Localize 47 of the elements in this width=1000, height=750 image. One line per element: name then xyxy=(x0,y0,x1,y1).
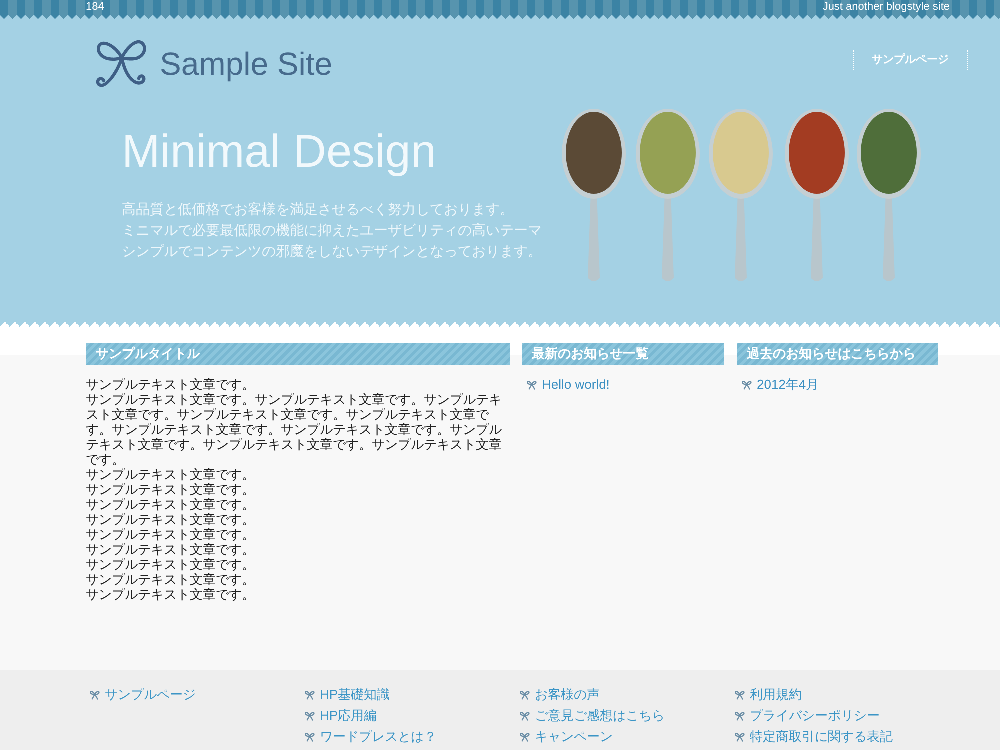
post-link[interactable]: 2012年4月 xyxy=(742,377,938,392)
post-link[interactable]: Hello world! xyxy=(527,377,724,392)
section-heading: 最新のお知らせ一覧 xyxy=(522,343,724,365)
hero-description: 高品質と低価格でお客様を満足させるべく努力しております。 xyxy=(122,200,515,219)
page-number: 184 xyxy=(86,0,104,15)
ribbon-icon xyxy=(735,732,745,742)
ribbon-icon xyxy=(735,690,745,700)
footer-link[interactable]: ご意見ご感想はこちら xyxy=(520,705,665,726)
ribbon-icon xyxy=(90,690,100,700)
hero-title: Minimal Design xyxy=(122,124,438,179)
ribbon-icon xyxy=(305,690,315,700)
ribbon-icon xyxy=(735,710,745,720)
ribbon-icon xyxy=(305,710,315,720)
footer-link[interactable]: HP応用編 xyxy=(305,705,378,726)
footer-link[interactable]: 利用規約 xyxy=(735,684,802,705)
body-text: サンプルテキスト文章です。 xyxy=(86,377,256,392)
body-text: サンプルテキスト文章です。 xyxy=(86,527,256,542)
ribbon-icon xyxy=(527,380,537,390)
section-heading: サンプルタイトル xyxy=(86,343,510,365)
ribbon-icon xyxy=(742,380,752,390)
nav-link[interactable]: サンプルページ xyxy=(853,50,968,70)
footer-link[interactable]: 特定商取引に関する表記 xyxy=(735,726,893,747)
ribbon-icon xyxy=(520,690,530,700)
body-text: サンプルテキスト文章です。サンプルテキスト文章です。サンプルテキスト文章です。サンプルテキスト文章です。サンプルテキスト文章です。サンプルテキスト文章です。サンプルテキスト文章です。サンプルテキスト文章です。サンプルテキスト文章です。サンプルテキスト文章です。 xyxy=(86,392,503,467)
hero-description: シンプルでコンテンツの邪魔をしないデザインとなっております。 xyxy=(122,242,543,261)
ribbon-icon xyxy=(305,732,315,742)
site-title[interactable]: Sample Site xyxy=(160,44,333,84)
body-text: サンプルテキスト文章です。 xyxy=(86,542,256,557)
body-text: サンプルテキスト文章です。 xyxy=(86,557,256,572)
site-tagline: Just another blogstyle site xyxy=(822,0,950,15)
ribbon-icon xyxy=(520,732,530,742)
footer-link[interactable]: キャンペーン xyxy=(520,726,613,747)
hero-description: ミニマルで必要最低限の機能に抑えたユーザビリティの高いテーマ xyxy=(122,221,543,240)
footer-link[interactable]: HP基礎知識 xyxy=(305,684,390,705)
body-text: サンプルテキスト文章です。 xyxy=(86,572,256,587)
body-text: サンプルテキスト文章です。 xyxy=(86,482,256,497)
body-text: サンプルテキスト文章です。 xyxy=(86,497,256,512)
body-text: サンプルテキスト文章です。 xyxy=(86,587,256,602)
section-heading: 過去のお知らせはこちらから xyxy=(737,343,938,365)
body-text: サンプルテキスト文章です。 xyxy=(86,512,256,527)
footer-link[interactable]: お客様の声 xyxy=(520,684,600,705)
footer-link[interactable]: ワードプレスとは？ xyxy=(305,726,437,747)
ribbon-logo-icon xyxy=(95,38,148,90)
body-text: サンプルテキスト文章です。 xyxy=(86,467,256,482)
footer-link[interactable]: サンプルページ xyxy=(90,684,196,705)
footer-link[interactable]: プライバシーポリシー xyxy=(735,705,880,726)
ribbon-icon xyxy=(520,710,530,720)
